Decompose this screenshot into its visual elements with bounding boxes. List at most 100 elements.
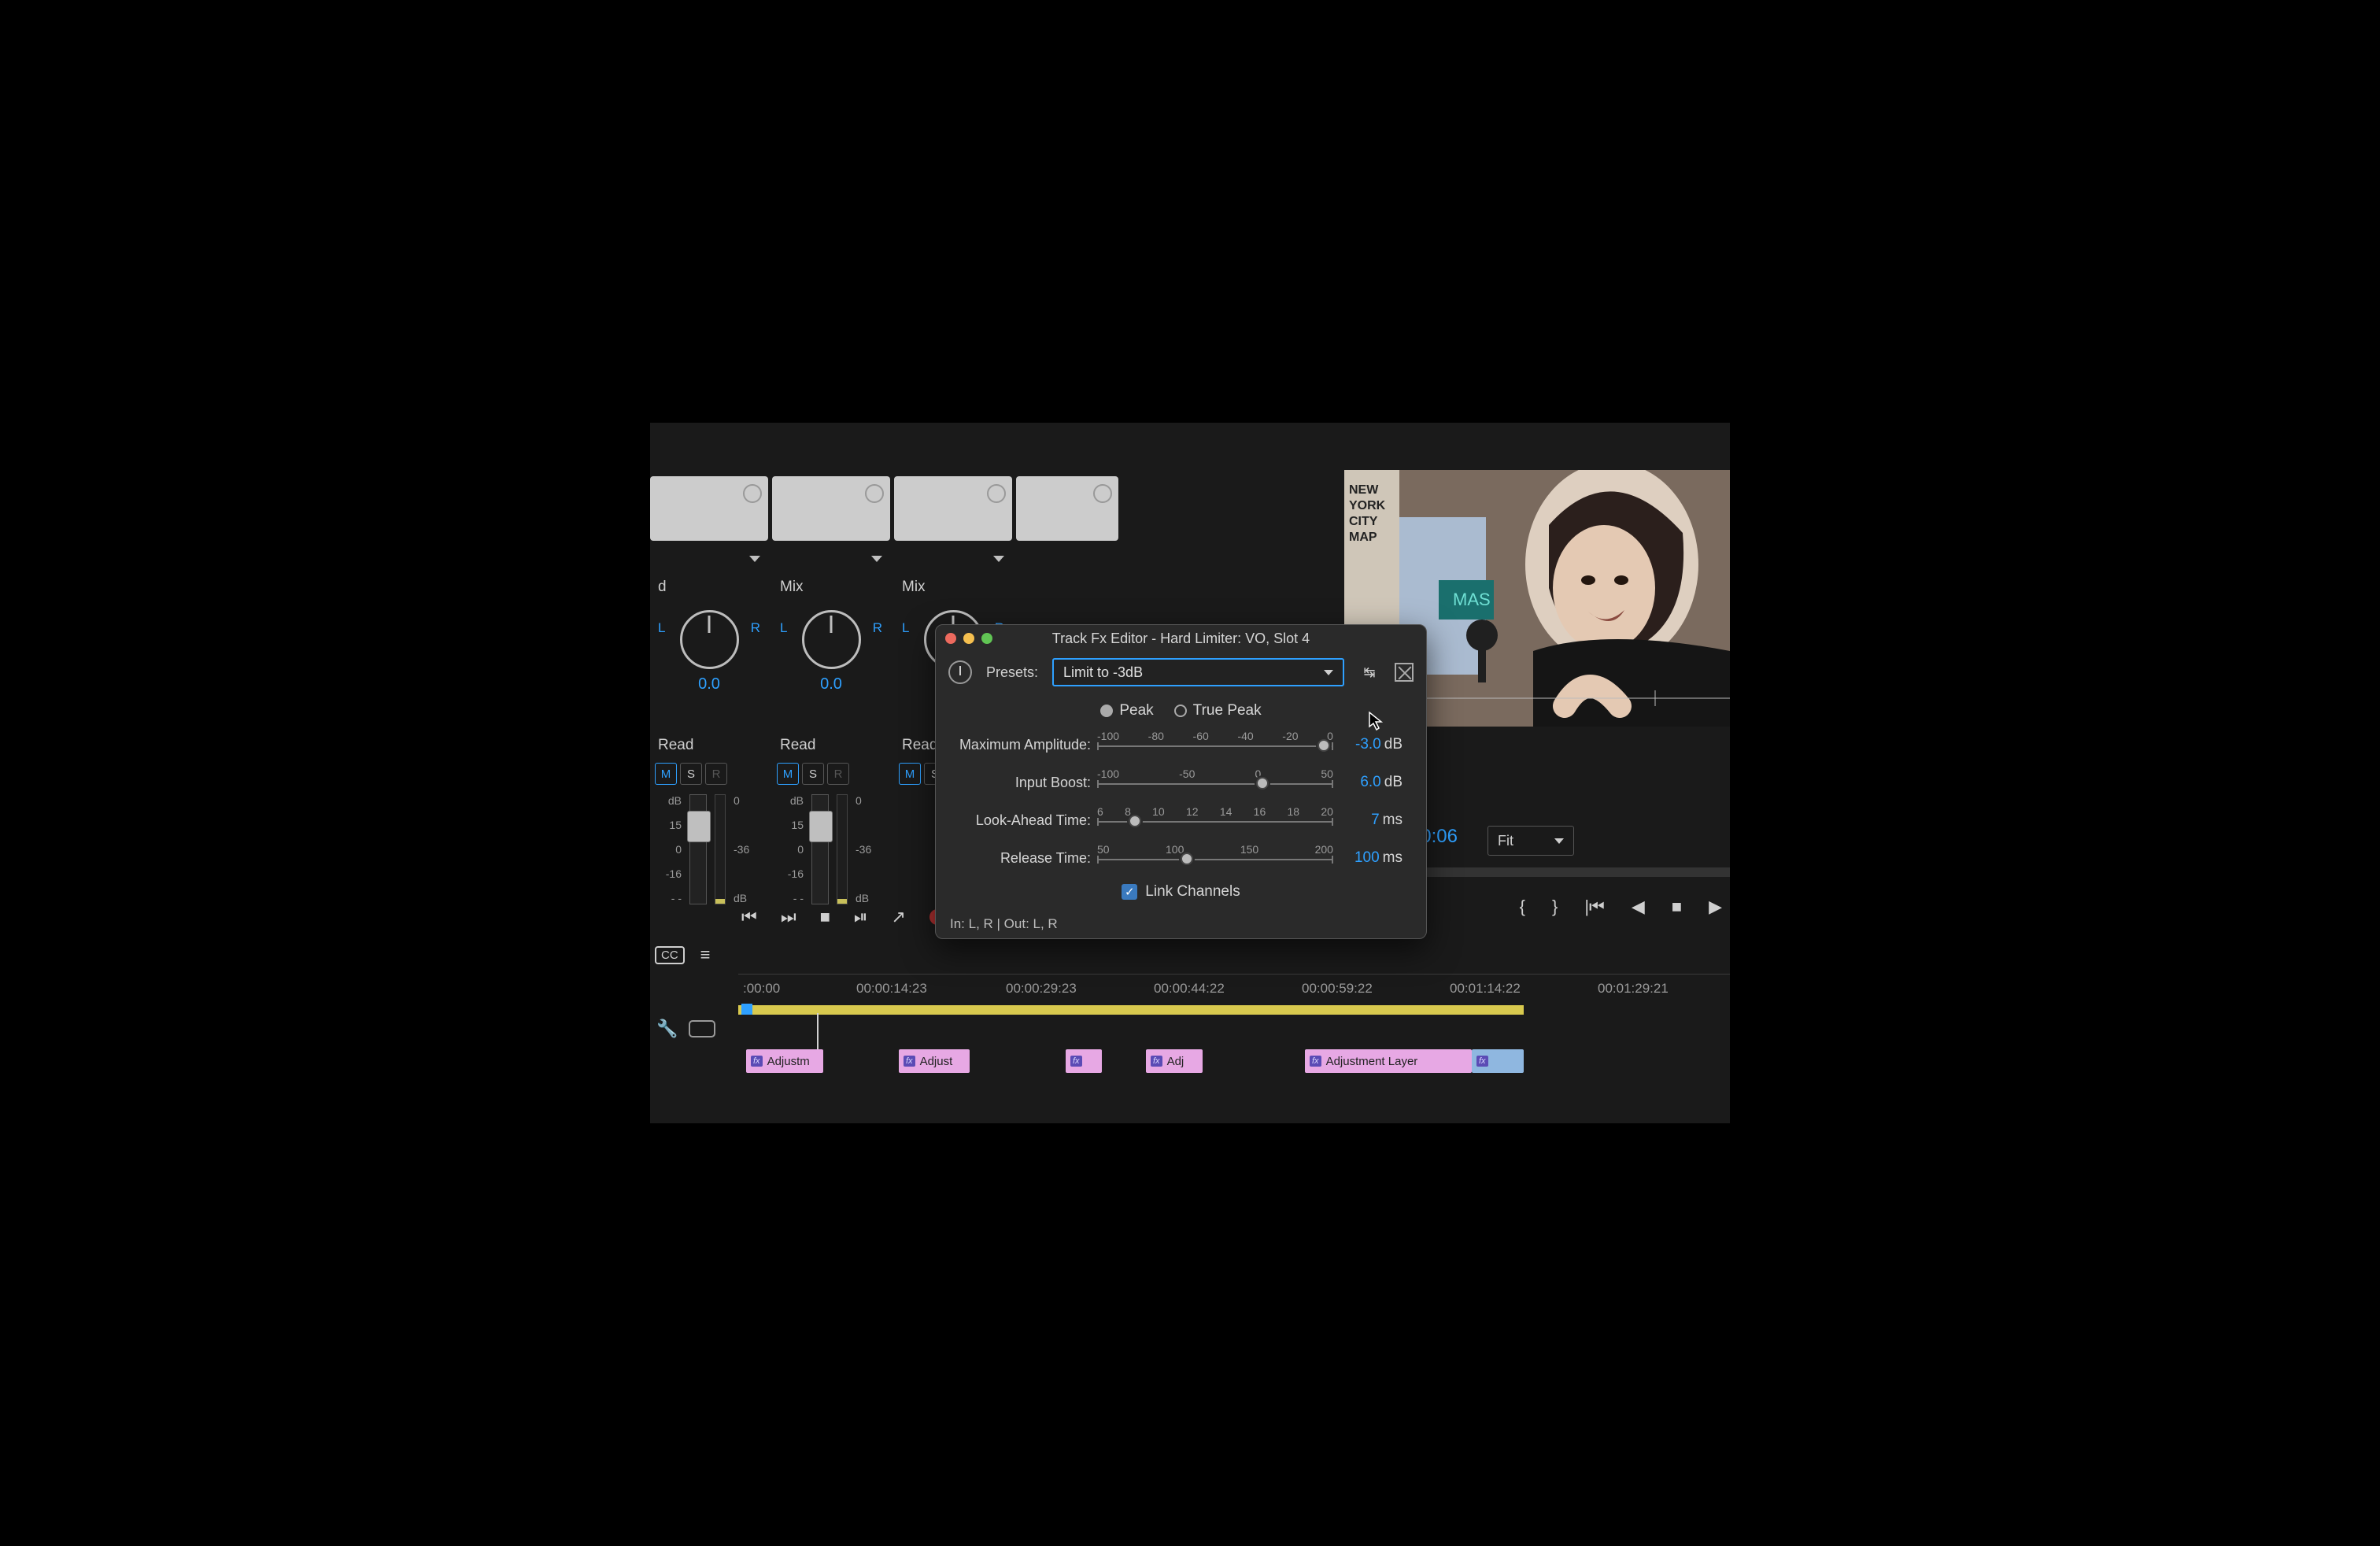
timeline-video-track[interactable]: fxAdjustmfxAdjustfxfxAdjfxAdjustment Lay… (738, 1049, 1730, 1081)
param-slider[interactable]: -100-80-60-40-200 (1097, 731, 1333, 758)
slider-thumb[interactable] (1129, 815, 1141, 827)
go-to-in-button[interactable]: ⏮ (741, 907, 757, 927)
param-row: Maximum Amplitude:-100-80-60-40-200-3.0d… (952, 726, 1410, 764)
chevron-down-icon (749, 556, 760, 562)
mute-button[interactable]: M (899, 763, 921, 785)
volume-fader[interactable] (811, 794, 829, 904)
panel-menu-icon[interactable]: ≡ (700, 945, 711, 965)
param-row: Release Time:50100150200100ms (952, 839, 1410, 877)
chevron-down-icon (1324, 670, 1333, 675)
pan-value[interactable]: 0.0 (772, 675, 890, 693)
channel-sends-dropdown[interactable] (650, 546, 768, 572)
marker[interactable] (817, 1013, 819, 1052)
go-to-in-button[interactable]: |⏮ (1584, 897, 1605, 917)
param-value[interactable]: -3.0 (1355, 736, 1381, 753)
reset-icon[interactable] (1395, 663, 1414, 682)
param-row: Look-Ahead Time:681012141618207ms (952, 801, 1410, 839)
param-slider[interactable]: 50100150200 (1097, 845, 1333, 871)
volume-fader[interactable] (689, 794, 707, 904)
go-to-out-button[interactable]: ⏭ (781, 907, 796, 927)
param-slider[interactable]: 68101214161820 (1097, 807, 1333, 834)
channel-insert-slot[interactable] (772, 476, 890, 541)
captions-button[interactable]: CC (655, 946, 685, 964)
preset-dropdown[interactable]: Limit to -3dB (1052, 658, 1344, 686)
channel-sends-dropdown[interactable] (772, 546, 890, 572)
param-label: Look-Ahead Time: (952, 812, 1097, 829)
chevron-down-icon (993, 556, 1004, 562)
param-value[interactable]: 100 (1354, 849, 1380, 866)
timeline-ruler[interactable]: :00:00 00:00:14:23 00:00:29:23 00:00:44:… (738, 974, 1730, 1005)
program-zoom-dropdown[interactable]: Fit (1488, 826, 1574, 856)
step-back-button[interactable]: ◀ (1632, 897, 1645, 917)
channel-map-icon[interactable]: ↹ (1358, 661, 1380, 683)
channel-insert-slot[interactable] (894, 476, 1012, 541)
slider-thumb[interactable] (1256, 777, 1269, 790)
program-transport: { } |⏮ ◀ ■ ▶ (1520, 897, 1730, 917)
timeline-clip[interactable]: fx (1472, 1049, 1524, 1073)
chevron-down-icon (871, 556, 882, 562)
timeline-clip[interactable]: fxAdjustment Layer (1305, 1049, 1472, 1073)
channel-insert-slot[interactable] (650, 476, 768, 541)
peak-radio[interactable]: Peak (1100, 702, 1153, 719)
level-meter (715, 794, 726, 904)
svg-text:MAP: MAP (1349, 531, 1377, 544)
timeline-clip[interactable]: fxAdj (1146, 1049, 1203, 1073)
wrench-icon[interactable]: 🔧 (656, 1019, 678, 1039)
loop-button[interactable]: ↗ (892, 907, 906, 927)
solo-button[interactable]: S (802, 763, 824, 785)
slider-thumb[interactable] (1181, 853, 1193, 865)
timeline-work-area[interactable] (738, 1005, 1730, 1024)
timeline-clip[interactable]: fxAdjustm (746, 1049, 823, 1073)
mixer-channel: Mix LR 0.0 Read M S R dB150-16- - 0-36dB (772, 476, 890, 917)
captions-track-icon[interactable] (689, 1020, 715, 1037)
channel-output-dropdown[interactable]: Mix (894, 574, 1012, 601)
automation-mode-dropdown[interactable]: Read (772, 731, 890, 760)
param-value[interactable]: 7 (1371, 812, 1380, 828)
track-fx-editor-dialog: Track Fx Editor - Hard Limiter: VO, Slot… (935, 624, 1427, 939)
record-arm-button[interactable]: R (705, 763, 727, 785)
param-label: Input Boost: (952, 775, 1097, 791)
mark-out-button[interactable]: } (1552, 897, 1558, 917)
io-info: In: L, R | Out: L, R (950, 916, 1058, 932)
solo-button[interactable]: S (680, 763, 702, 785)
premiere-workspace: d LR 0.0 Read M S R dB150-16- - 0-36dB (650, 423, 1730, 1123)
fx-badge-icon: fx (1476, 1056, 1488, 1067)
channel-output-dropdown[interactable]: Mix (772, 574, 890, 601)
pan-knob[interactable] (680, 610, 739, 669)
mute-button[interactable]: M (655, 763, 677, 785)
param-value[interactable]: 6.0 (1360, 774, 1380, 790)
channel-output-dropdown[interactable]: d (650, 574, 768, 601)
dialog-title: Track Fx Editor - Hard Limiter: VO, Slot… (936, 631, 1426, 647)
playhead[interactable] (741, 1004, 752, 1015)
timeline-clip[interactable]: fxAdjust (899, 1049, 970, 1073)
channel-output-label: d (658, 579, 667, 596)
param-label: Release Time: (952, 850, 1097, 867)
mark-in-button[interactable]: { (1520, 897, 1525, 917)
automation-mode-dropdown[interactable]: Read (650, 731, 768, 760)
fx-badge-icon: fx (1151, 1056, 1162, 1067)
svg-text:NEW: NEW (1349, 483, 1379, 497)
channel-insert-slot[interactable] (1016, 476, 1118, 541)
true-peak-radio[interactable]: True Peak (1174, 702, 1262, 719)
play-in-out-button[interactable]: ⏯ (854, 907, 868, 927)
slider-thumb[interactable] (1318, 739, 1330, 752)
play-button[interactable]: ▶ (1709, 897, 1722, 917)
mixer-channel: d LR 0.0 Read M S R dB150-16- - 0-36dB (650, 476, 768, 917)
svg-text:MAS: MAS (1453, 590, 1491, 609)
param-slider[interactable]: -100-50050 (1097, 769, 1333, 796)
link-channels-checkbox[interactable]: ✓ (1122, 884, 1137, 900)
channel-sends-dropdown[interactable] (894, 546, 1012, 572)
fx-power-button[interactable] (948, 660, 972, 684)
record-arm-button[interactable]: R (827, 763, 849, 785)
mute-button[interactable]: M (777, 763, 799, 785)
stop-button[interactable]: ■ (1672, 897, 1682, 917)
stop-button[interactable]: ■ (820, 907, 830, 927)
pan-knob[interactable] (802, 610, 861, 669)
mixer-transport: ⏮ ⏭ ■ ⏯ ↗ (741, 907, 945, 927)
program-scrubber[interactable] (1423, 867, 1730, 877)
param-row: Input Boost:-100-500506.0dB (952, 764, 1410, 801)
timeline-clip[interactable]: fx (1066, 1049, 1102, 1073)
chevron-down-icon (1554, 838, 1564, 844)
pan-value[interactable]: 0.0 (650, 675, 768, 693)
svg-text:CITY: CITY (1349, 515, 1378, 528)
